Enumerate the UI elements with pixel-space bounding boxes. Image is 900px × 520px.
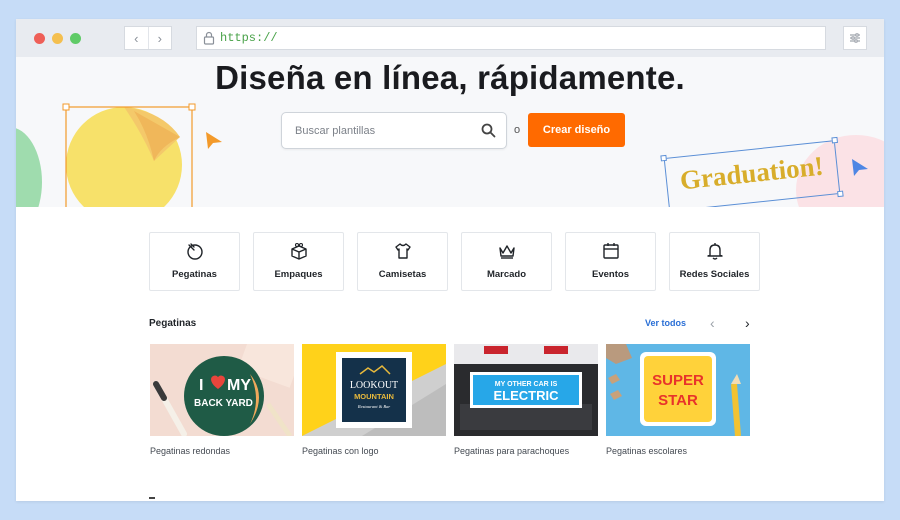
cursor-blue-icon	[852, 159, 868, 176]
category-social-media[interactable]: Redes Sociales	[669, 232, 760, 291]
nav-buttons: ‹ ›	[124, 26, 172, 50]
card-thumbnail[interactable]: LOOKOUT MOUNTAIN Restaurant & Bar	[302, 344, 446, 436]
category-label: Eventos	[592, 269, 629, 280]
school-sticker-image: SUPER STAR	[606, 344, 750, 436]
create-design-button[interactable]: Crear diseño	[528, 113, 625, 147]
minimize-window-button[interactable]	[52, 33, 63, 44]
resize-handle[interactable]	[660, 154, 667, 162]
template-card[interactable]: MY OTHER CAR IS ELECTRIC Pegatinas para …	[454, 344, 598, 456]
bell-icon	[706, 243, 723, 260]
search-icon[interactable]	[481, 123, 496, 138]
bumper-text-electric: ELECTRIC	[494, 388, 560, 403]
school-text-super: SUPER	[652, 372, 704, 389]
close-window-button[interactable]	[34, 33, 45, 44]
crown-icon	[498, 245, 515, 259]
forward-button[interactable]: ›	[149, 27, 172, 49]
logo-text-lookout: LOOKOUT	[350, 380, 398, 391]
round-sticker-image: I MY BACK YARD	[150, 344, 294, 436]
cursor-orange-icon	[206, 132, 222, 149]
category-label: Empaques	[274, 269, 323, 280]
or-separator: o	[514, 124, 521, 136]
next-section-heading-stub	[149, 497, 155, 499]
bumper-sticker-image: MY OTHER CAR IS ELECTRIC	[454, 344, 598, 436]
category-branding[interactable]: Marcado	[461, 232, 552, 291]
card-caption: Pegatinas redondas	[150, 446, 231, 456]
tshirt-icon	[394, 243, 411, 259]
sliders-icon	[850, 33, 860, 43]
card-thumbnail[interactable]: I MY BACK YARD	[150, 344, 294, 436]
sticker-illustration	[62, 103, 196, 207]
card-thumbnail[interactable]: SUPER STAR	[606, 344, 750, 436]
sticker-icon	[186, 243, 203, 260]
calendar-icon	[602, 243, 619, 259]
sticker-text-i: I	[199, 377, 203, 394]
section-title: Pegatinas	[149, 318, 197, 329]
maximize-window-button[interactable]	[70, 33, 81, 44]
sticker-carousel: I MY BACK YARD Pegatinas redondas LOOKOU…	[150, 344, 750, 456]
category-label: Redes Sociales	[679, 269, 750, 280]
category-bar: Pegatinas Empaques Camisetas Marcado Eve…	[149, 232, 760, 291]
search-input[interactable]	[282, 113, 472, 148]
hero-title: Diseña en línea, rápidamente.	[215, 59, 685, 96]
logo-text-mountain: MOUNTAIN	[354, 392, 394, 401]
settings-button[interactable]	[843, 26, 867, 50]
logo-text-restaurant: Restaurant & Bar	[357, 404, 390, 409]
resize-handle[interactable]	[837, 190, 844, 198]
browser-toolbar: ‹ › https://	[16, 19, 884, 57]
category-stickers[interactable]: Pegatinas	[149, 232, 240, 291]
lock-icon	[203, 31, 215, 45]
category-label: Marcado	[486, 269, 527, 280]
card-caption: Pegatinas con logo	[302, 446, 379, 456]
url-text: https://	[220, 31, 278, 45]
decorative-blob-green	[16, 127, 42, 207]
category-events[interactable]: Eventos	[565, 232, 656, 291]
category-label: Pegatinas	[172, 269, 217, 280]
sticker-text-my: MY	[227, 377, 251, 394]
graduation-text: Graduation!	[678, 150, 825, 196]
school-text-star: STAR	[658, 392, 698, 409]
carousel-next-button[interactable]: ›	[745, 315, 750, 331]
category-label: Camisetas	[378, 269, 427, 280]
back-button[interactable]: ‹	[125, 27, 149, 49]
card-caption: Pegatinas para parachoques	[454, 446, 570, 456]
hero-banner: Diseña en línea, rápidamente. o Crear di…	[16, 57, 884, 207]
category-packaging[interactable]: Empaques	[253, 232, 344, 291]
browser-window: ‹ › https:// Diseña en línea, rápidament…	[16, 19, 884, 501]
sticker-text-backyard: BACK YARD	[194, 398, 253, 409]
resize-handle[interactable]	[831, 136, 839, 144]
bumper-text-top: MY OTHER CAR IS	[495, 381, 558, 388]
address-bar[interactable]: https://	[196, 26, 826, 50]
template-search	[281, 112, 507, 149]
template-card[interactable]: LOOKOUT MOUNTAIN Restaurant & Bar Pegati…	[302, 344, 446, 456]
card-thumbnail[interactable]: MY OTHER CAR IS ELECTRIC	[454, 344, 598, 436]
card-caption: Pegatinas escolares	[606, 446, 688, 456]
carousel-prev-button[interactable]: ‹	[710, 315, 715, 331]
logo-sticker-image: LOOKOUT MOUNTAIN Restaurant & Bar	[302, 344, 446, 436]
category-tshirts[interactable]: Camisetas	[357, 232, 448, 291]
package-icon	[290, 242, 307, 260]
see-all-link[interactable]: Ver todos	[645, 318, 686, 328]
template-card[interactable]: SUPER STAR Pegatinas escolares	[606, 344, 750, 456]
template-card[interactable]: I MY BACK YARD Pegatinas redondas	[150, 344, 294, 456]
